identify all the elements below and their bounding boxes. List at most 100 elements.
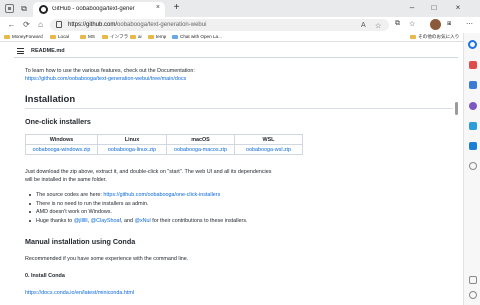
bookmarks-bar: MoneyForward Local MS インフラ ai temp Chat … <box>0 33 480 42</box>
add-favorite-icon[interactable]: ☆ <box>375 22 381 30</box>
url-text[interactable]: https://github.com/oobabooga/text-genera… <box>68 22 206 28</box>
folder-icon <box>50 34 56 39</box>
install-conda-heading: 0. Install Conda <box>25 273 65 279</box>
bookmark-ms[interactable]: MS <box>80 34 95 39</box>
user-link-clayshoaf[interactable]: @ClayShoaf <box>91 218 121 224</box>
bookmark-infra[interactable]: インフラ <box>102 34 128 40</box>
new-tab-button[interactable]: + <box>170 2 183 15</box>
bookmark-label: インフラ <box>110 34 129 39</box>
separator: , and <box>120 217 135 224</box>
folder-icon <box>130 34 136 39</box>
installers-table: Windows Linux macOS WSL oobabooga-window… <box>25 134 303 155</box>
list-item: The source codes are here: https://githu… <box>27 191 447 200</box>
heading-divider <box>25 108 453 109</box>
browser-tab-active[interactable]: GitHub - oobabooga/text-gener × <box>33 2 165 17</box>
bookmark-label: MoneyForward <box>12 34 43 39</box>
settings-gear-icon[interactable] <box>469 291 477 299</box>
oneclick-heading: One-click installers <box>25 117 91 126</box>
minimize-button[interactable]: – <box>406 3 418 12</box>
profile-avatar[interactable] <box>430 19 441 30</box>
installer-notes-list: The source codes are here: https://githu… <box>27 191 447 225</box>
bookmark-local[interactable]: Local <box>50 34 69 39</box>
bookmark-label: MS <box>88 34 95 39</box>
download-windows-link[interactable]: oobabooga-windows.zip <box>25 144 98 155</box>
page-icon <box>172 34 178 39</box>
tools-icon[interactable] <box>469 81 477 89</box>
split-screen-icon[interactable]: ⧉ <box>395 20 400 28</box>
installation-heading: Installation <box>25 94 76 105</box>
bookmark-chat-open-la[interactable]: Chat with Open La... <box>172 34 222 39</box>
bookmark-label: その他のお気に入り <box>418 34 460 39</box>
thanks-suffix: for their contributions to these install… <box>150 217 248 224</box>
download-wsl-link[interactable]: oobabooga-wsl.zip <box>234 144 303 155</box>
table-header: Windows <box>25 134 98 145</box>
table-header: macOS <box>166 134 235 145</box>
bing-chat-icon[interactable] <box>468 40 477 49</box>
github-favicon-icon <box>39 5 48 14</box>
home-icon[interactable]: ⌂ <box>35 20 46 31</box>
source-prefix: The source codes are here: <box>36 192 104 198</box>
user-link-xnul[interactable]: @xNul <box>134 218 150 224</box>
bookmark-label: temp <box>156 34 167 39</box>
url-path: oobabooga/text-generation-webui <box>117 22 207 28</box>
close-window-button[interactable]: × <box>452 3 464 12</box>
games-icon[interactable] <box>469 102 477 110</box>
collections-icon[interactable]: ⧆ <box>447 20 451 28</box>
user-link-jllllll[interactable]: @jllllll <box>74 218 88 224</box>
folder-icon <box>102 34 108 39</box>
lock-icon[interactable] <box>56 21 62 28</box>
table-header: Linux <box>97 134 167 145</box>
favorites-icon[interactable]: ☆ <box>409 20 415 28</box>
folder-icon <box>410 34 416 39</box>
back-icon[interactable]: ← <box>6 20 17 31</box>
shopping-icon[interactable] <box>469 61 477 69</box>
table-row: oobabooga-windows.zip oobabooga-linux.zi… <box>25 144 303 155</box>
title-bar: ⧉ GitHub - oobabooga/text-gener × + – □ … <box>0 0 480 17</box>
url-host: https://github.com/ <box>68 22 118 28</box>
table-header-row: Windows Linux macOS WSL <box>25 134 303 145</box>
address-bar[interactable]: https://github.com/oobabooga/text-genera… <box>50 19 389 31</box>
bookmark-label: ai <box>138 34 142 39</box>
bookmark-temp[interactable]: temp <box>148 34 166 39</box>
folder-icon <box>80 34 86 39</box>
refresh-icon[interactable]: ⟳ <box>21 20 32 31</box>
window-menu-icon[interactable] <box>5 4 14 13</box>
tab-close-icon[interactable]: × <box>156 4 160 11</box>
list-item: AMD doesn't work on Windows. <box>27 208 447 217</box>
outline-list-icon[interactable] <box>17 48 24 54</box>
add-app-icon[interactable] <box>469 162 477 170</box>
manual-install-heading: Manual installation using Conda <box>25 237 136 246</box>
sidebar-layout-icon[interactable] <box>469 276 477 284</box>
list-item: There is no need to run the installers a… <box>27 200 447 209</box>
extract-text-line-1: Just download the zip above, extract it,… <box>25 169 272 175</box>
download-macos-link[interactable]: oobabooga-macos.zip <box>166 144 235 155</box>
docs-link[interactable]: https://github.com/oobabooga/text-genera… <box>25 75 186 83</box>
extract-text-line-2: will be installed in the same folder. <box>25 177 107 183</box>
intro-text: To learn how to use the various features… <box>25 68 195 74</box>
bookmark-ai[interactable]: ai <box>130 34 142 39</box>
download-linux-link[interactable]: oobabooga-linux.zip <box>97 144 167 155</box>
more-menu-icon[interactable]: ⋯ <box>466 20 473 28</box>
maximize-button[interactable]: □ <box>428 3 440 12</box>
page-viewport: README.md To learn how to use the variou… <box>0 42 463 305</box>
thanks-prefix: Huge thanks to <box>36 217 74 224</box>
edge-sidebar <box>463 33 480 305</box>
scrollbar-thumb[interactable] <box>455 102 458 115</box>
conda-link[interactable]: https://docs.conda.io/en/latest/minicond… <box>25 289 134 297</box>
page-scrollbar[interactable] <box>452 42 460 305</box>
folder-icon <box>148 34 154 39</box>
readme-file-title: README.md <box>31 48 65 54</box>
read-aloud-icon[interactable]: A <box>361 22 366 29</box>
tab-actions-icon[interactable]: ⧉ <box>18 3 30 14</box>
table-header: WSL <box>234 134 303 145</box>
bookmark-other-favorites[interactable]: その他のお気に入り <box>410 34 459 40</box>
source-link[interactable]: https://github.com/oobabooga/one-click-i… <box>103 192 220 198</box>
bookmark-moneyforward[interactable]: MoneyForward <box>4 34 43 39</box>
list-item: Huge thanks to @jllllll, @ClayShoaf, and… <box>27 217 447 226</box>
folder-icon <box>4 34 10 39</box>
office-icon[interactable] <box>469 122 477 130</box>
address-row: ← ⟳ ⌂ https://github.com/oobabooga/text-… <box>0 17 480 33</box>
bookmark-label: Chat with Open La... <box>180 34 222 39</box>
manual-install-text: Recommended if you have some experience … <box>25 256 189 262</box>
outlook-icon[interactable] <box>469 142 477 150</box>
